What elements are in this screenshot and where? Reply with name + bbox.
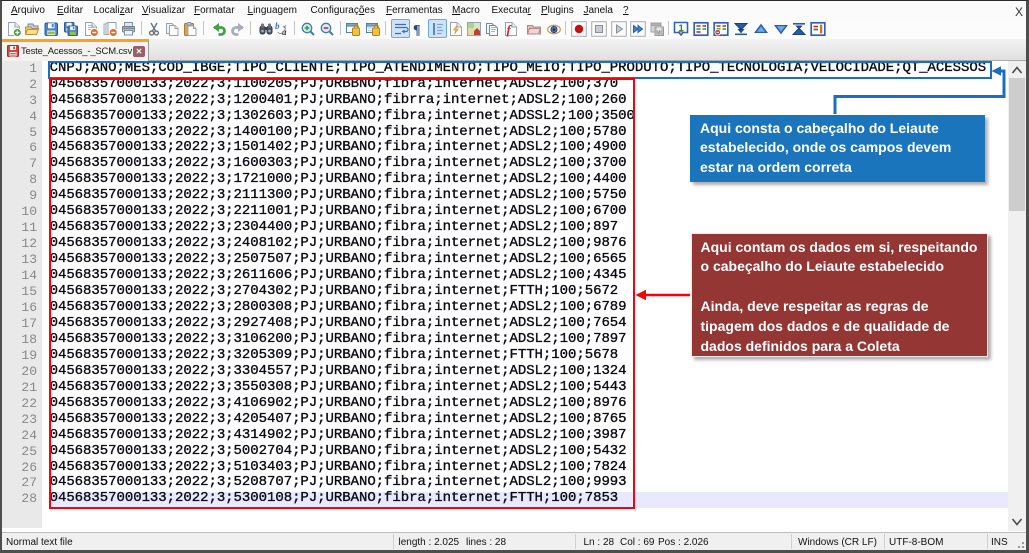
svg-text:b: b (275, 21, 280, 31)
svg-text:MC: MC (656, 30, 664, 36)
svg-text:¶: ¶ (413, 23, 421, 37)
svg-text:a: a (282, 27, 287, 37)
